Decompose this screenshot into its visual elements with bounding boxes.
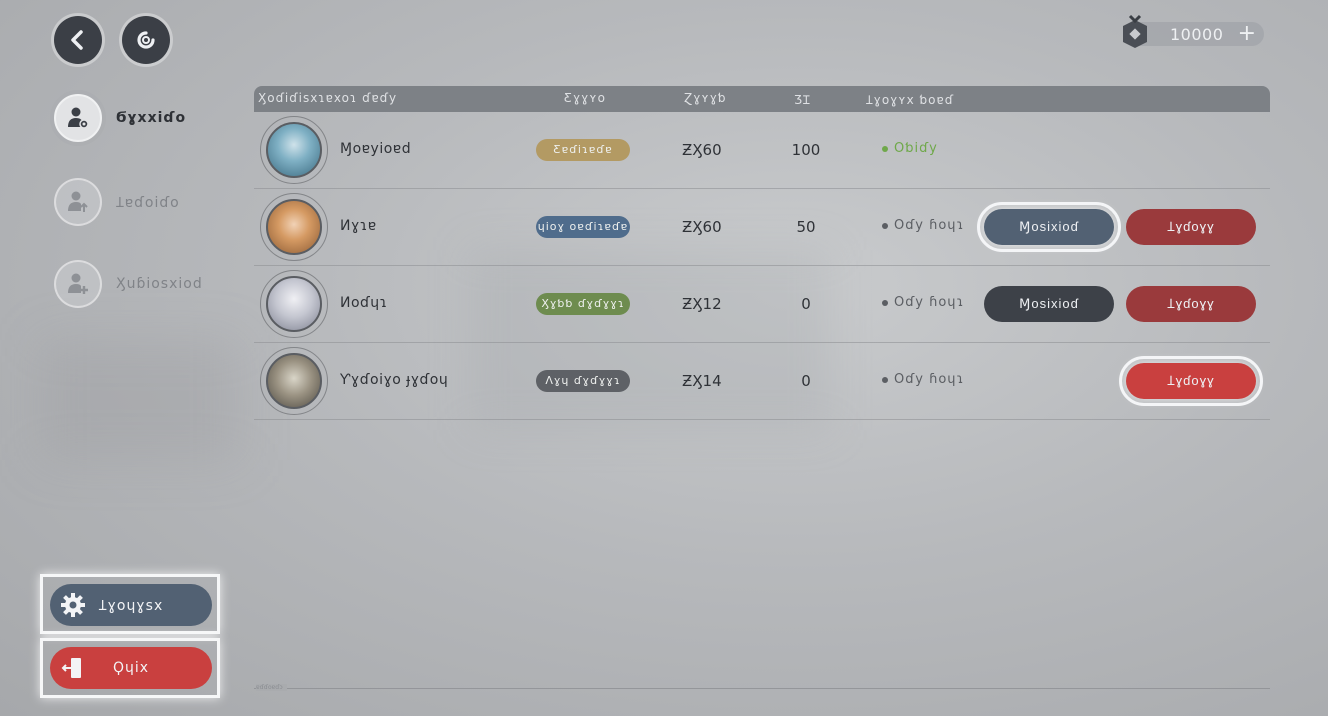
- avatar: [266, 276, 322, 332]
- avatar: [266, 199, 322, 255]
- header-character: Ӽoɗiɗisxɿɐxoɿ ɗɐɗy: [258, 91, 398, 105]
- online-text: Oɗy ɦoɥɿ: [894, 372, 965, 387]
- table-header: Ӽoɗiɗisxɿɐxoɿ ɗɐɗy Ƹɣɣʏo Ɀɣʏɣƅ ӠꞮ Ʇɣoɣʏx…: [254, 86, 1270, 112]
- sidebar-item-label: Ӽuɓiosxiod: [116, 276, 203, 292]
- requests-icon-circle: [54, 178, 102, 226]
- online-status: Oƅiɗy: [882, 141, 938, 156]
- currency-value: 10000: [1170, 24, 1224, 44]
- online-status: Oɗy ɦoɥɿ: [882, 295, 964, 310]
- refresh-button[interactable]: [122, 16, 170, 64]
- status-badge: Ƹɐɗiɿɐɗɐ: [536, 139, 630, 161]
- table-row: Иɣɿɐ ɥioɣ oɐɗiɿɐɗɐ ƵӼ60 50 Oɗy ɦoɥɿ Ɱosi…: [254, 189, 1270, 266]
- friend-name: Иɣɿɐ: [340, 218, 377, 234]
- background-shade: [40, 340, 240, 460]
- quit-button[interactable]: Ϙɥix: [50, 647, 212, 689]
- user-gear-icon: [68, 107, 89, 129]
- offline-dot-icon: [882, 222, 888, 229]
- table-row: Ƴɣɗoiɣo ɟɣɗoɥ Ʌɣɥ ɗɣɗɣɣɿ ƵӼ14 0 Oɗy ɦoɥɿ…: [254, 343, 1270, 420]
- gear-icon: [61, 593, 85, 617]
- online-text: Oƅiɗy: [894, 141, 938, 156]
- footer-divider: [254, 688, 1270, 689]
- header-online: Ʇɣoɣʏx ƅoɐɗ: [866, 93, 955, 107]
- offline-dot-icon: [882, 299, 888, 306]
- online-text: Oɗy ɦoɥɿ: [894, 218, 965, 233]
- add-friend-icon-circle: [54, 260, 102, 308]
- friend-level: ƵӼ60: [682, 141, 722, 159]
- chevron-left-icon: [71, 30, 83, 50]
- exit-door-icon: [61, 658, 81, 678]
- remove-button[interactable]: Ʇɣɗoɣɣ: [1126, 286, 1256, 322]
- add-currency-button[interactable]: +: [1238, 22, 1256, 46]
- settings-button[interactable]: Ʇɣoɥɣsx: [50, 584, 212, 626]
- sidebar-item-label: Ϭɣxxiɗo: [116, 110, 187, 126]
- gem-crate-icon: [1123, 14, 1147, 48]
- refresh-icon: [137, 31, 155, 49]
- back-button[interactable]: [54, 16, 102, 64]
- friend-count: 50: [796, 218, 816, 236]
- avatar: [266, 122, 322, 178]
- friend-level: ƵӼ60: [682, 218, 722, 236]
- header-level: Ɀɣʏɣƅ: [684, 91, 727, 105]
- friend-name: Ƴɣɗoiɣo ɟɣɗoɥ: [340, 372, 449, 388]
- user-plus-icon: [68, 273, 88, 294]
- table-row: Ɱoɐyioɐd Ƹɐɗiɿɐɗɐ ƵӼ60 100 Oƅiɗy: [254, 112, 1270, 189]
- friends-table: Ӽoɗiɗisxɿɐxoɿ ɗɐɗy Ƹɣɣʏo Ɀɣʏɣƅ ӠꞮ Ʇɣoɣʏx…: [254, 86, 1270, 420]
- online-status: Oɗy ɦoɥɿ: [882, 372, 964, 387]
- footer-tag: ɐɗɗoɐɗɔ: [256, 684, 287, 691]
- friend-count: 0: [801, 295, 811, 313]
- header-count: ӠꞮ: [794, 93, 811, 107]
- friend-level: ƵӼ12: [682, 295, 722, 313]
- friend-level: ƵӼ14: [682, 372, 722, 390]
- header-status: Ƹɣɣʏo: [564, 91, 606, 105]
- sidebar-item-label: Ʇɐɗoiɗo: [116, 194, 180, 211]
- friend-name: Ɱoɐyioɐd: [340, 141, 412, 157]
- friend-count: 0: [801, 372, 811, 390]
- currency-bar: 10000 +: [1123, 14, 1264, 48]
- friend-name: Иoɗɥɿ: [340, 295, 388, 311]
- status-badge: Ʌɣɥ ɗɣɗɣɣɿ: [536, 370, 630, 392]
- remove-button[interactable]: Ʇɣɗoɣɣ: [1126, 209, 1256, 245]
- online-status: Oɗy ɦoɥɿ: [882, 218, 964, 233]
- confirm-button[interactable]: Ɱosixioɗ: [977, 202, 1121, 252]
- friend-count: 100: [791, 141, 821, 159]
- sidebar-item-friends[interactable]: Ϭɣxxiɗo: [54, 94, 186, 142]
- status-badge: ɥioɣ oɐɗiɿɐɗɐ: [536, 216, 630, 238]
- friends-icon-circle: [54, 94, 102, 142]
- online-dot-icon: [882, 145, 888, 152]
- status-badge: Ӽɣƅƅ ɗɣɗɣɣɿ: [536, 293, 630, 315]
- confirm-button[interactable]: Ɱosixioɗ: [984, 286, 1114, 322]
- sidebar-item-requests[interactable]: Ʇɐɗoiɗo: [54, 178, 180, 226]
- offline-dot-icon: [882, 376, 888, 383]
- online-text: Oɗy ɦoɥɿ: [894, 295, 965, 310]
- sidebar-item-add-friend[interactable]: Ӽuɓiosxiod: [54, 260, 203, 308]
- remove-button[interactable]: Ʇɣɗoɣɣ: [1119, 356, 1263, 406]
- table-row: Иoɗɥɿ Ӽɣƅƅ ɗɣɗɣɣɿ ƵӼ12 0 Oɗy ɦoɥɿ Ɱosixi…: [254, 266, 1270, 343]
- avatar: [266, 353, 322, 409]
- user-upload-icon: [68, 191, 88, 212]
